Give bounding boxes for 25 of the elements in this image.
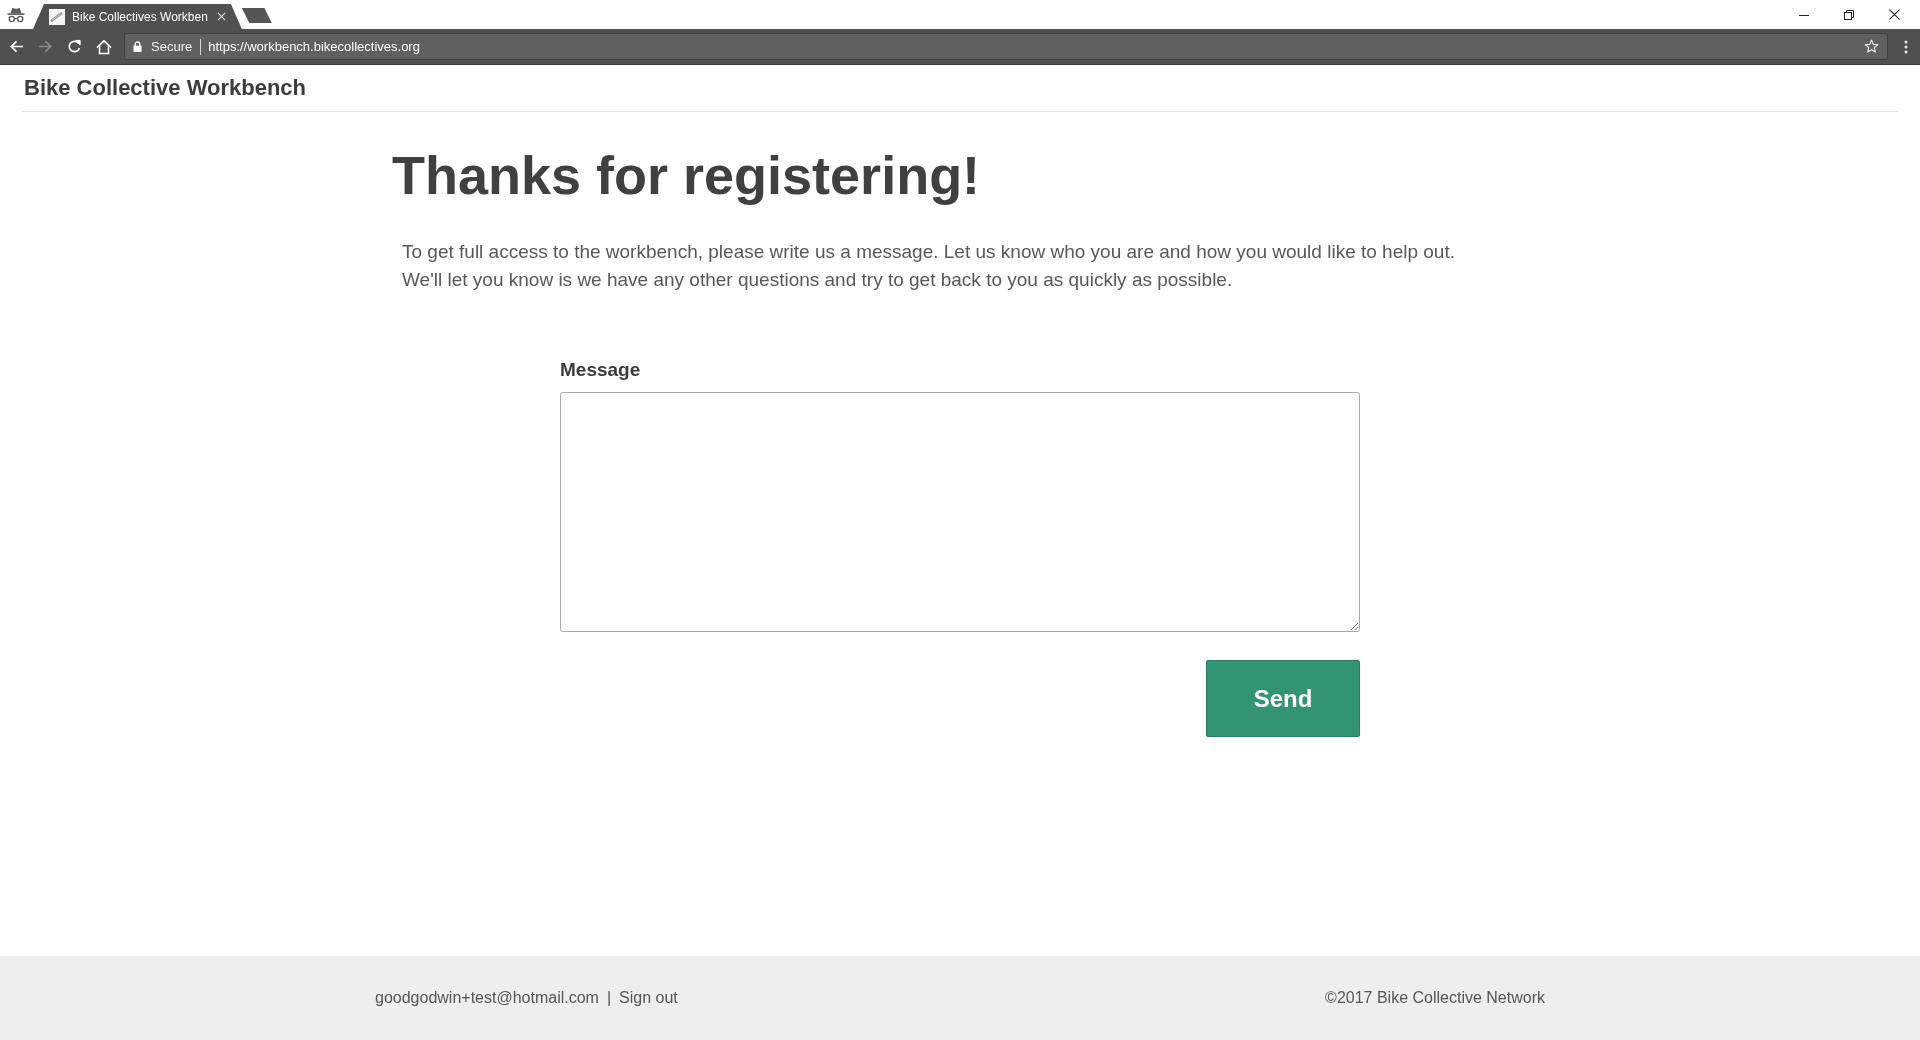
copyright-text: ©2017 Bike Collective Network xyxy=(1325,989,1545,1007)
sign-out-link[interactable]: Sign out xyxy=(619,989,678,1007)
star-icon[interactable] xyxy=(1864,39,1879,54)
message-label: Message xyxy=(560,358,641,382)
reload-icon[interactable] xyxy=(67,39,82,54)
address-bar[interactable]: Secure https://workbench.bikecollectives.org xyxy=(124,33,1888,60)
restore-icon[interactable] xyxy=(1844,9,1854,20)
home-icon[interactable] xyxy=(96,38,112,55)
browser-tab[interactable]: Bike Collectives Workben xyxy=(33,4,242,29)
footer-separator: | xyxy=(606,989,612,1007)
incognito-icon xyxy=(6,6,26,23)
message-field[interactable] xyxy=(560,392,1360,632)
user-email: goodgodwin+test@hotmail.com xyxy=(375,989,599,1007)
page-heading: Thanks for registering! xyxy=(392,144,982,207)
site-title[interactable]: Bike Collective Workbench xyxy=(24,75,306,101)
url-field[interactable]: https://workbench.bikecollectives.org xyxy=(208,39,1864,54)
send-button[interactable]: Send xyxy=(1206,660,1360,737)
security-label: Secure xyxy=(151,39,193,54)
menu-icon[interactable] xyxy=(1904,39,1908,54)
intro-paragraph: To get full access to the workbench, please write us a message. Let us know who you are and how you would like to help out. We'll let you know is we have any other questions and try to get back to you as quickly as possible. xyxy=(401,240,1456,292)
favicon-icon xyxy=(49,8,65,25)
back-arrow-icon[interactable] xyxy=(9,39,24,54)
lock-icon xyxy=(133,41,142,52)
new-tab-button[interactable] xyxy=(241,8,272,23)
close-icon[interactable] xyxy=(1889,9,1900,20)
